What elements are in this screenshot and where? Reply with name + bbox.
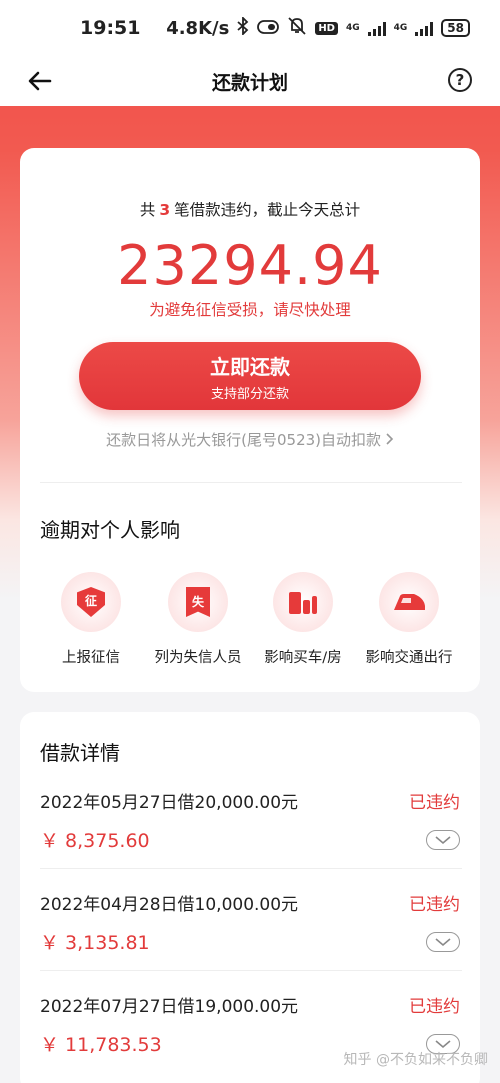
impact-dishonest-list: 失 列为失信人员 bbox=[143, 572, 253, 667]
impact-car-house: 影响买车/房 bbox=[248, 572, 358, 667]
bluetooth-icon bbox=[237, 15, 249, 39]
impact-label: 列为失信人员 bbox=[154, 650, 242, 666]
network-type-1: 4G bbox=[345, 22, 360, 33]
pay-now-button[interactable]: 立即还款 支持部分还款 bbox=[79, 342, 421, 410]
loan-row[interactable]: 2022年07月27日借19,000.00元 已违约 ￥ 11,783.53 bbox=[20, 992, 480, 1083]
partial-payment-label: 支持部分还款 bbox=[210, 386, 289, 402]
default-summary: 共 3 笔借款违约，截止今天总计 bbox=[20, 198, 480, 220]
loan-status: 已违约 bbox=[409, 997, 460, 1017]
summary-card: 共 3 笔借款违约，截止今天总计 23294.94 为避免征信受损，请尽快处理 立即… bbox=[20, 148, 480, 692]
summary-suffix: 笔借款违约，截止今天总计 bbox=[174, 201, 361, 219]
loan-description: 2022年04月28日借10,000.00元 bbox=[40, 895, 299, 915]
impact-circle bbox=[379, 572, 439, 632]
chevron-down-icon[interactable] bbox=[426, 830, 460, 850]
loan-status: 已违约 bbox=[409, 895, 460, 915]
loan-row[interactable]: 2022年05月27日借20,000.00元 已违约 ￥ 8,375.60 bbox=[20, 788, 480, 891]
network-speed: 4.8K/s bbox=[166, 17, 230, 39]
mute-icon bbox=[287, 17, 307, 39]
loan-amount: ￥ 3,135.81 bbox=[40, 932, 150, 954]
bookmark-icon: 失 bbox=[186, 587, 210, 617]
credit-warning: 为避免征信受损，请尽快处理 bbox=[149, 301, 351, 319]
summary-prefix: 共 bbox=[139, 201, 156, 219]
loan-amount: ￥ 11,783.53 bbox=[40, 1034, 162, 1056]
help-icon[interactable]: ? bbox=[448, 68, 472, 92]
auto-deduct-text: 还款日将从光大银行(尾号0523)自动扣款 bbox=[106, 431, 382, 449]
train-icon bbox=[392, 592, 426, 612]
loan-status: 已违约 bbox=[409, 793, 460, 813]
loan-description: 2022年07月27日借19,000.00元 bbox=[40, 997, 299, 1017]
impact-label: 影响买车/房 bbox=[264, 650, 342, 666]
status-bar: 19:51 4.8K/s HD 4G 4G 58 bbox=[0, 0, 500, 56]
loan-row[interactable]: 2022年04月28日借10,000.00元 已违约 ￥ 3,135.81 bbox=[20, 890, 480, 993]
building-icon bbox=[289, 590, 317, 614]
loan-details-card: 借款详情 2022年05月27日借20,000.00元 已违约 ￥ 8,375.… bbox=[20, 712, 480, 1083]
impact-label: 上报征信 bbox=[62, 650, 120, 666]
impact-circle: 征 bbox=[61, 572, 121, 632]
impact-circle: 失 bbox=[168, 572, 228, 632]
chevron-right-icon bbox=[386, 431, 394, 449]
loan-amount: ￥ 8,375.60 bbox=[40, 830, 150, 852]
total-amount: 23294.94 bbox=[117, 234, 383, 297]
default-count: 3 bbox=[159, 201, 171, 219]
watermark: 知乎 @不负如来不负卿 bbox=[343, 1052, 488, 1068]
battery-indicator: 58 bbox=[441, 19, 470, 37]
page-title: 还款计划 bbox=[211, 71, 288, 94]
signal-icon-2 bbox=[415, 20, 434, 36]
loan-details-title: 借款详情 bbox=[40, 741, 120, 765]
impact-circle bbox=[273, 572, 333, 632]
impact-travel: 影响交通出行 bbox=[354, 572, 464, 667]
impact-credit-report: 征 上报征信 bbox=[36, 572, 146, 667]
signal-icon bbox=[367, 20, 386, 36]
shield-icon: 征 bbox=[77, 587, 105, 617]
status-time: 19:51 bbox=[80, 17, 141, 39]
impact-label: 影响交通出行 bbox=[365, 650, 453, 666]
back-arrow-icon[interactable] bbox=[26, 66, 56, 96]
row-divider bbox=[40, 970, 462, 971]
vibrate-icon bbox=[257, 19, 280, 38]
loan-description: 2022年05月27日借20,000.00元 bbox=[40, 793, 299, 813]
network-type-2: 4G bbox=[393, 22, 408, 33]
chevron-down-icon[interactable] bbox=[426, 932, 460, 952]
impact-section-title: 逾期对个人影响 bbox=[40, 518, 180, 542]
pay-now-label: 立即还款 bbox=[210, 354, 290, 379]
row-divider bbox=[40, 868, 462, 869]
status-indicators: 4.8K/s HD 4G 4G 58 bbox=[166, 15, 470, 39]
nav-bar: 还款计划 ? bbox=[0, 56, 500, 106]
hd-badge: HD bbox=[315, 21, 338, 35]
auto-deduct-link[interactable]: 还款日将从光大银行(尾号0523)自动扣款 bbox=[20, 429, 480, 450]
divider bbox=[40, 482, 462, 483]
